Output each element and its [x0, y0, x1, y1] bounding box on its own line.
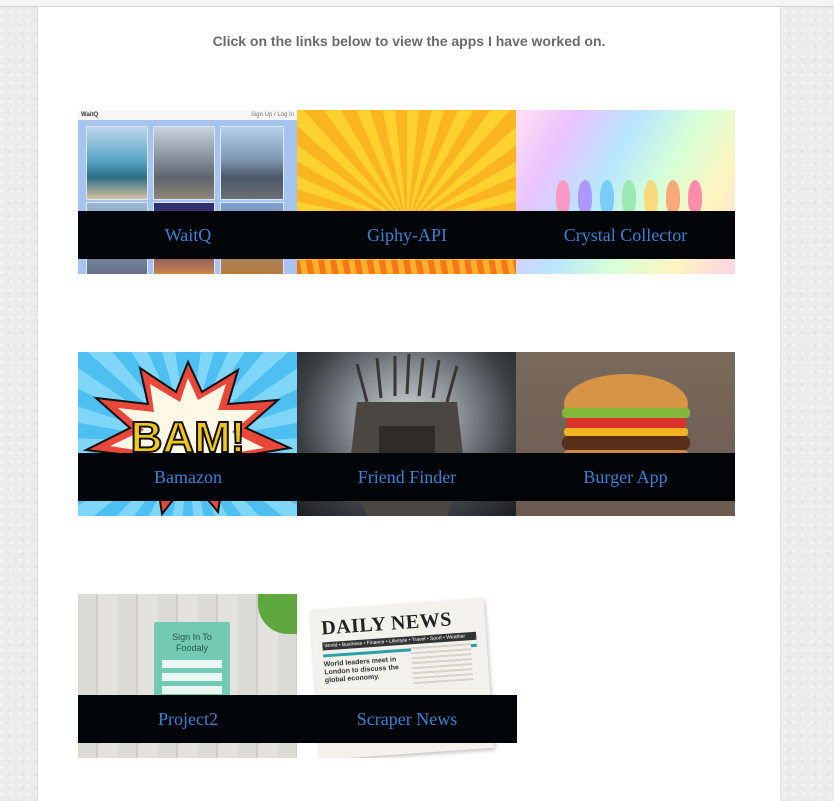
project-card-crystal-collector[interactable]: Crystal Collector: [516, 110, 735, 274]
intro-text: Click on the links below to view the app…: [212, 33, 606, 49]
project-label-bar: Crystal Collector: [516, 211, 735, 259]
project-label-bar: Scraper News: [297, 695, 517, 743]
project-label-bar: Bamazon: [78, 453, 298, 501]
project-label-bar: Burger App: [516, 453, 735, 501]
project-card-giphy-api[interactable]: Giphy-API: [297, 110, 517, 274]
project-link[interactable]: Giphy-API: [367, 225, 447, 246]
portfolio-panel: Click on the links below to view the app…: [37, 7, 781, 801]
project-link[interactable]: Burger App: [583, 467, 667, 488]
project-label-bar: WaitQ: [78, 211, 298, 259]
project-card-project2[interactable]: Sign In To Foodaly Project2: [78, 594, 298, 758]
project-card-bamazon[interactable]: BAM! Bamazon: [78, 352, 298, 516]
project-card-waitq[interactable]: WaitQ Sign Up / Log In WaitQ: [78, 110, 298, 274]
project-card-scraper-news[interactable]: DAILY NEWS World • Business • Finance • …: [297, 594, 517, 758]
project-link[interactable]: Friend Finder: [358, 467, 457, 488]
project-card-friend-finder[interactable]: Friend Finder: [297, 352, 517, 516]
project-link[interactable]: Project2: [158, 709, 218, 730]
project-label-bar: Friend Finder: [297, 453, 517, 501]
project-label-bar: Giphy-API: [297, 211, 517, 259]
project-link[interactable]: Scraper News: [357, 709, 457, 730]
project-label-bar: Project2: [78, 695, 298, 743]
project-card-burger-app[interactable]: Burger App: [516, 352, 735, 516]
project-link[interactable]: WaitQ: [165, 225, 212, 246]
thumb-header: WaitQ Sign Up / Log In: [78, 110, 298, 120]
project-link[interactable]: Bamazon: [154, 467, 222, 488]
top-border: [0, 0, 834, 7]
project-link[interactable]: Crystal Collector: [564, 225, 687, 246]
